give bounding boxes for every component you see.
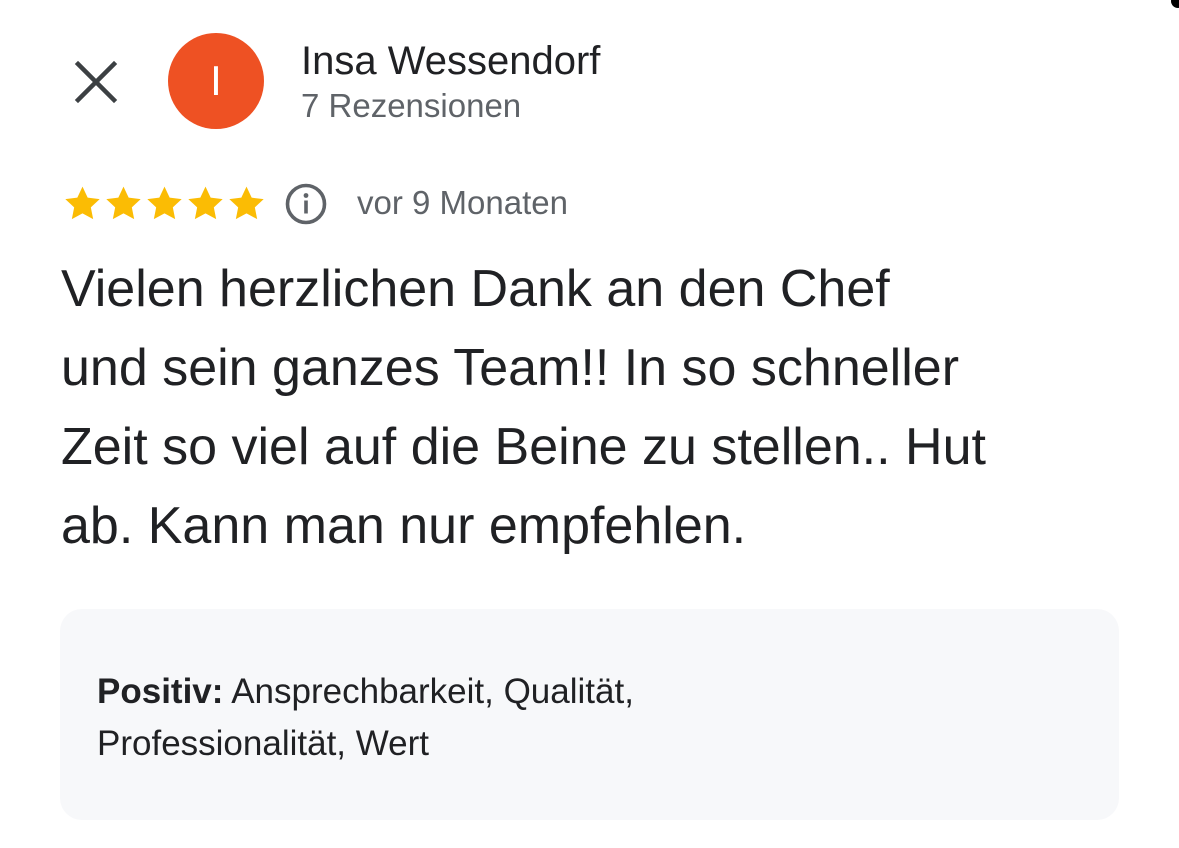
star-rating — [62, 184, 267, 224]
attributes-values: Ansprechbarkeit, Qualität, — [223, 672, 634, 711]
attributes-text: Positiv: Ansprechbarkeit, Qualität, Prof… — [97, 666, 634, 770]
attributes-box: Positiv: Ansprechbarkeit, Qualität, Prof… — [60, 609, 1119, 820]
info-button[interactable] — [284, 182, 328, 226]
review-text-line: ab. Kann man nur empfehlen. — [61, 497, 747, 555]
attributes-values: Professionalität, Wert — [97, 724, 429, 763]
star-icon — [147, 186, 182, 220]
avatar[interactable]: I — [168, 33, 264, 129]
window-corner — [1171, 0, 1179, 8]
star-icon — [188, 186, 223, 220]
review-text-line: Vielen herzlichen Dank an den Chef — [61, 260, 890, 318]
review-text-line: und sein ganzes Team!! In so schneller — [61, 339, 960, 397]
attributes-label: Positiv: — [97, 672, 224, 711]
star-icon — [65, 186, 100, 220]
review-text: Vielen herzlichen Dank an den Chef und s… — [61, 250, 1141, 566]
star-icon — [106, 186, 141, 220]
review-date: vor 9 Monaten — [357, 184, 568, 221]
reviewer-name[interactable]: Insa Wessendorf — [301, 38, 600, 84]
avatar-initial: I — [210, 57, 222, 104]
info-icon — [285, 183, 327, 225]
review-text-line: Zeit so viel auf die Beine zu stellen.. … — [61, 418, 986, 476]
star-icon — [229, 186, 264, 220]
close-icon — [74, 60, 118, 104]
review-count: 7 Rezensionen — [301, 87, 522, 124]
close-button[interactable] — [72, 58, 120, 106]
